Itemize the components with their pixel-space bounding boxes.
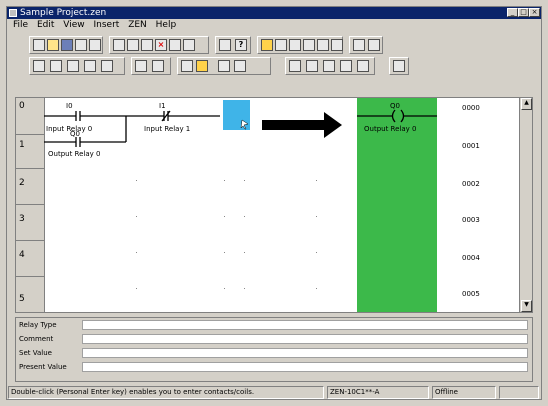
read-icon[interactable] [289, 39, 301, 51]
open-icon[interactable] [47, 39, 59, 51]
copy-icon[interactable] [127, 39, 139, 51]
minimize-button[interactable]: _ [507, 8, 518, 17]
status-extra [499, 386, 539, 399]
monitor-icon[interactable] [261, 39, 273, 51]
menu-file[interactable]: File [13, 19, 28, 32]
save-icon[interactable] [61, 39, 73, 51]
disconnect-icon[interactable] [353, 39, 365, 51]
program-address: 0002 [462, 180, 480, 188]
edit-icon[interactable] [218, 60, 230, 72]
program-address: 0005 [462, 290, 480, 298]
ladder-editor[interactable]: 0 1 2 3 4 5 I0 Input Relay 0 I1 Input Re… [15, 97, 533, 313]
coil-address: Q0 [390, 102, 400, 110]
program-address: 0004 [462, 254, 480, 262]
transfer-icon[interactable] [275, 39, 287, 51]
status-model: ZEN-10C1**-A [327, 386, 429, 399]
contact-address: I1 [159, 102, 166, 110]
register-icon[interactable] [289, 60, 301, 72]
contact-nc-icon[interactable] [67, 60, 79, 72]
options-icon[interactable] [368, 39, 380, 51]
menu-bar: File Edit View Insert ZEN Help [7, 19, 541, 32]
menu-zen[interactable]: ZEN [128, 19, 147, 32]
program-address: 0001 [462, 142, 480, 150]
relay-type-label: Relay Type [19, 321, 57, 329]
ladder-diagram [44, 109, 437, 147]
title-bar: Sample Project.zen _ □ × [7, 7, 541, 19]
find-icon[interactable] [219, 39, 231, 51]
help-icon[interactable]: ? [235, 39, 247, 51]
delete-row-icon[interactable] [340, 60, 352, 72]
select-icon[interactable] [33, 60, 45, 72]
menu-insert[interactable]: Insert [93, 19, 119, 32]
redo-icon[interactable] [183, 39, 195, 51]
table-icon[interactable] [306, 60, 318, 72]
delete-column-icon[interactable] [357, 60, 369, 72]
delete-icon[interactable]: × [155, 39, 167, 51]
vertical-scrollbar[interactable]: ▲ ▼ [519, 98, 532, 312]
program-icon[interactable] [393, 60, 405, 72]
connect-icon[interactable] [331, 39, 343, 51]
close-button[interactable]: × [529, 8, 540, 17]
comment-field [82, 334, 528, 344]
status-hint: Double-click (Personal Enter key) enable… [8, 386, 324, 399]
info-panel: Relay Type Comment Set Value Present Val… [15, 317, 533, 382]
menu-edit[interactable]: Edit [37, 19, 54, 32]
maximize-button[interactable]: □ [518, 8, 529, 17]
write-icon[interactable] [303, 39, 315, 51]
compare-icon[interactable] [317, 39, 329, 51]
program-address: 0003 [462, 216, 480, 224]
present-value-label: Present Value [19, 363, 67, 371]
cut-icon[interactable] [113, 39, 125, 51]
element-icon[interactable] [234, 60, 246, 72]
vertical-line-icon[interactable] [101, 60, 113, 72]
comment-label: Comment [19, 335, 54, 343]
menu-view[interactable]: View [63, 19, 84, 32]
undo-icon[interactable] [169, 39, 181, 51]
set-value-field [82, 348, 528, 358]
coil-comment: Output Relay 0 [364, 125, 417, 133]
scroll-down-icon[interactable]: ▼ [521, 300, 532, 312]
contact-address: Q0 [70, 130, 80, 138]
app-icon [9, 9, 17, 17]
relay-type-field [82, 320, 528, 330]
status-bar: Double-click (Personal Enter key) enable… [7, 386, 541, 399]
insert-row-icon[interactable] [323, 60, 335, 72]
contact-address: I0 [66, 102, 73, 110]
contact-comment: Input Relay 1 [144, 125, 191, 133]
present-value-field [82, 362, 528, 372]
find-contact-icon[interactable] [152, 60, 164, 72]
print-preview-icon[interactable] [89, 39, 101, 51]
set-value-label: Set Value [19, 349, 52, 357]
window-title: Sample Project.zen [20, 8, 107, 18]
horizontal-line-icon[interactable] [84, 60, 96, 72]
program-address: 0000 [462, 104, 480, 112]
scroll-up-icon[interactable]: ▲ [521, 98, 532, 110]
paste-icon[interactable] [141, 39, 153, 51]
new-file-icon[interactable] [33, 39, 45, 51]
function-block-icon[interactable] [196, 60, 208, 72]
contact-no-icon[interactable] [50, 60, 62, 72]
zoom-icon[interactable] [135, 60, 147, 72]
coil-icon[interactable] [181, 60, 193, 72]
print-icon[interactable] [75, 39, 87, 51]
menu-help[interactable]: Help [156, 19, 177, 32]
status-mode: Offline [432, 386, 496, 399]
main-window: Sample Project.zen _ □ × File Edit View … [6, 6, 542, 400]
contact-comment: Output Relay 0 [48, 150, 101, 158]
